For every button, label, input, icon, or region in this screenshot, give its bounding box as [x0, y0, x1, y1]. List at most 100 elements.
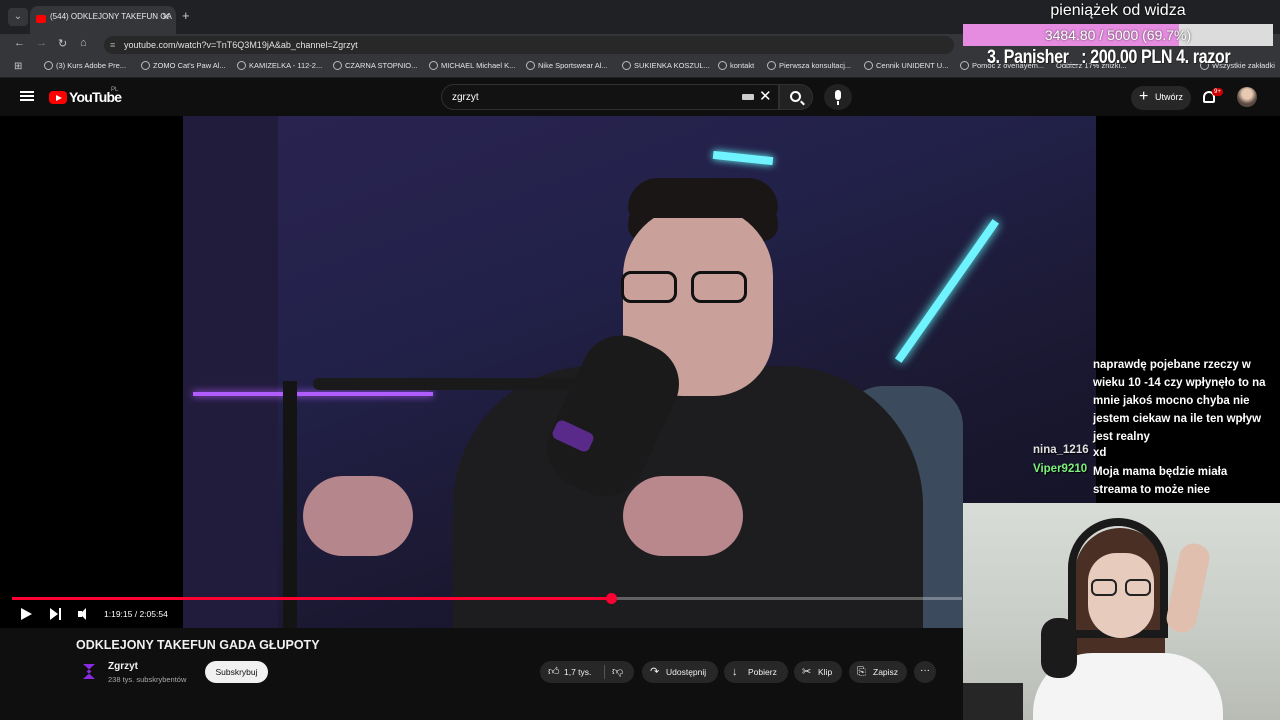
host-hand	[623, 476, 743, 556]
volume-icon[interactable]	[78, 608, 90, 620]
video-frame[interactable]	[183, 116, 1096, 628]
back-arrow-icon[interactable]: ←	[14, 37, 25, 49]
video-title: ODKLEJONY TAKEFUN GADA GŁUPOTY	[76, 638, 320, 652]
divider	[604, 665, 605, 679]
globe-icon	[44, 61, 53, 70]
youtube-favicon-icon	[36, 15, 46, 23]
share-label: Udostępnij	[666, 667, 707, 677]
voice-search-icon[interactable]	[824, 84, 852, 110]
share-button[interactable]: ↷ Udostępnij	[642, 661, 718, 683]
host-hair	[628, 178, 778, 218]
bookmark-item[interactable]: KAMIZELKA - 112-2...	[237, 61, 322, 70]
search-input[interactable]: zgrzyt	[441, 84, 779, 110]
close-tab-icon[interactable]: ✕	[162, 12, 170, 23]
create-label: Utwórz	[1155, 92, 1184, 102]
bookmark-item[interactable]: kontakt	[718, 61, 754, 70]
time-display: 1:19:15 / 2:05:54	[104, 609, 168, 619]
browser-tab-active[interactable]: (544) ODKLEJONY TAKEFUN GA ✕	[30, 6, 176, 34]
globe-icon	[333, 61, 342, 70]
like-count: 1,7 tys.	[564, 667, 592, 677]
host-glasses	[621, 271, 749, 305]
chat-message: xd	[1093, 447, 1107, 459]
like-button[interactable]: 👍︎ 1,7 tys. 👎︎	[540, 661, 634, 683]
streamer-glasses	[1091, 579, 1153, 597]
chat-username: nina_1216	[1033, 444, 1089, 456]
scissors-icon: ✂	[802, 666, 812, 678]
more-actions-button[interactable]: ···	[914, 661, 936, 683]
bookmark-item[interactable]: SUKIENKA KOSZUL...	[622, 61, 710, 70]
thumbs-up-icon: 👍︎	[548, 666, 560, 678]
bookmark-item[interactable]: Cennik UNIDENT U...	[864, 61, 948, 70]
new-tab-icon[interactable]: +	[182, 8, 190, 23]
next-video-icon[interactable]	[50, 608, 62, 620]
streamer-webcam	[963, 503, 1280, 720]
reload-icon[interactable]: ↻	[58, 37, 67, 50]
plus-icon: +	[1139, 88, 1149, 105]
bookmark-item[interactable]: Nike Sportswear Al...	[526, 61, 608, 70]
bookmark-item[interactable]: ZOMO Cat's Paw Al...	[141, 61, 226, 70]
download-button[interactable]: ↓ Pobierz	[724, 661, 788, 683]
url-bar[interactable]: ≡ youtube.com/watch?v=TnT6Q3M19jA&ab_cha…	[104, 36, 954, 54]
bookmark-item[interactable]: MICHAEL Michael K...	[429, 61, 515, 70]
webcam-chair	[963, 683, 1023, 720]
menu-icon[interactable]	[20, 91, 34, 101]
globe-icon	[141, 61, 150, 70]
bookmark-item[interactable]: Pierwsza konsultacj...	[767, 61, 851, 70]
donation-progress-bar: 3484.80 / 5000 (69.7%)	[963, 24, 1273, 46]
play-icon[interactable]	[21, 608, 32, 620]
donation-title: pieniążek od widza	[1050, 2, 1186, 19]
neon-light	[894, 219, 1000, 363]
download-label: Pobierz	[748, 667, 777, 677]
clip-label: Klip	[818, 667, 833, 677]
chat-message: naprawdę pojebane rzeczy w wieku 10 -14 …	[1093, 359, 1266, 443]
streamer-microphone	[1041, 618, 1077, 678]
tab-search-button[interactable]: ⌄	[8, 8, 28, 26]
host-hand	[303, 476, 413, 556]
globe-icon	[718, 61, 727, 70]
site-settings-icon[interactable]: ≡	[110, 40, 115, 50]
donation-goal-overlay: pieniążek od widza 3484.80 / 5000 (69.7%…	[963, 0, 1280, 70]
bookmark-item[interactable]: CZARNA STOPNIO...	[333, 61, 417, 70]
chat-message: Moja mama będzie miała streama to może n…	[1093, 466, 1228, 496]
channel-avatar[interactable]	[78, 661, 100, 683]
globe-icon	[526, 61, 535, 70]
chat-username: Viper9210	[1033, 463, 1088, 475]
video-progress-bar[interactable]	[12, 593, 962, 604]
globe-icon	[429, 61, 438, 70]
progress-played	[12, 597, 611, 600]
subscribe-button[interactable]: Subskrybuj	[205, 661, 268, 683]
bookmark-icon: ⎘	[857, 666, 866, 678]
apps-grid-icon[interactable]: ⊞	[14, 61, 22, 72]
create-button[interactable]: + Utwórz	[1131, 86, 1191, 110]
clip-button[interactable]: ✂ Klip	[794, 661, 842, 683]
streamer-hand	[1163, 540, 1213, 636]
thumbs-down-icon[interactable]: 👎︎	[612, 661, 623, 683]
country-code: PL	[111, 87, 119, 93]
globe-icon	[237, 61, 246, 70]
save-button[interactable]: ⎘ Zapisz	[849, 661, 907, 683]
globe-icon	[864, 61, 873, 70]
account-avatar[interactable]	[1237, 87, 1257, 107]
keyboard-icon[interactable]	[742, 94, 754, 100]
home-icon[interactable]: ⌂	[80, 37, 87, 49]
globe-icon	[767, 61, 776, 70]
forward-arrow-icon[interactable]: →	[36, 37, 47, 49]
youtube-header: YouTube PL zgrzyt + Utwórz	[0, 78, 1280, 116]
neon-light	[712, 150, 774, 166]
tab-title: (544) ODKLEJONY TAKEFUN GA	[50, 12, 172, 21]
save-label: Zapisz	[873, 667, 899, 677]
bookmark-item[interactable]: (3) Kurs Adobe Pre...	[44, 61, 126, 70]
channel-name[interactable]: Zgrzyt	[108, 661, 138, 672]
search-icon	[790, 91, 801, 102]
clear-search-icon[interactable]: ✕	[759, 89, 772, 105]
mic-stand	[283, 381, 297, 628]
youtube-play-logo-icon	[49, 91, 67, 104]
donation-progress-text: 3484.80 / 5000 (69.7%)	[1044, 27, 1192, 43]
globe-icon	[622, 61, 631, 70]
search-button[interactable]	[779, 84, 813, 110]
share-icon: ↷	[650, 666, 660, 678]
subscriber-count: 238 tys. subskrybentów	[108, 675, 187, 684]
url-text: youtube.com/watch?v=TnT6Q3M19jA&ab_chann…	[124, 40, 358, 50]
notifications-badge: 9+	[1212, 88, 1223, 96]
scrubber-handle[interactable]	[605, 593, 617, 604]
